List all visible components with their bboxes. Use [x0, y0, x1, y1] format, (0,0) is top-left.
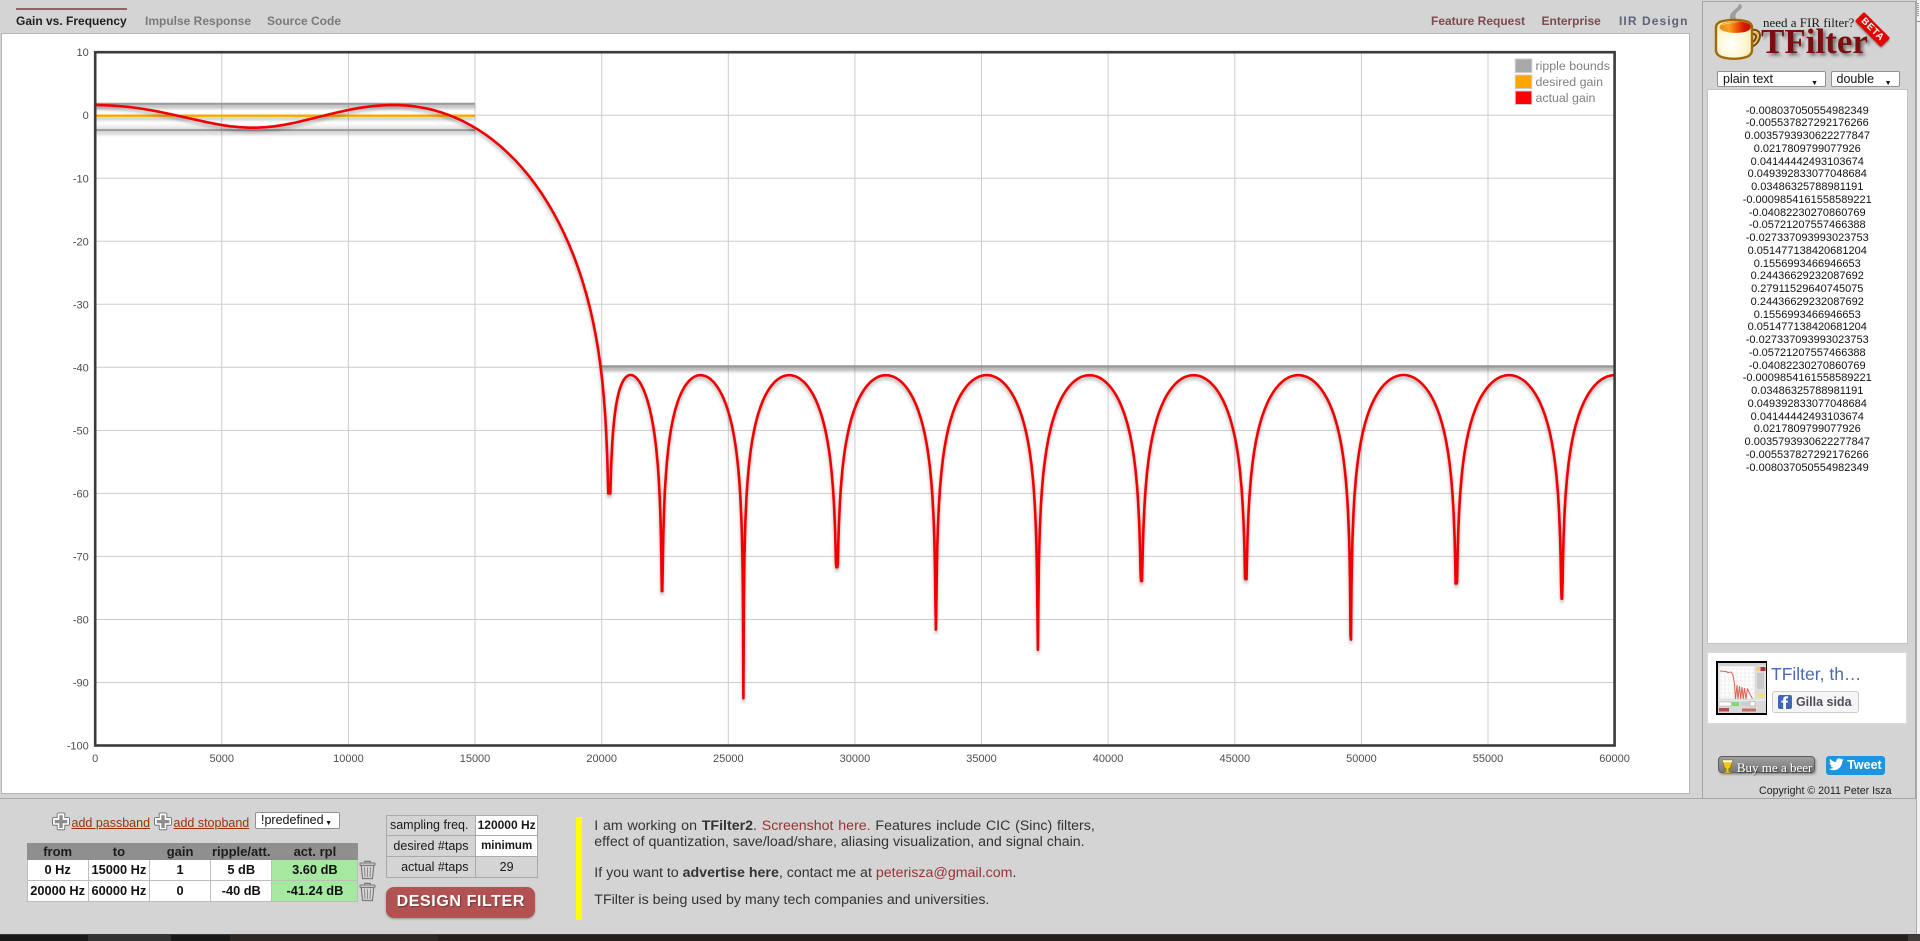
svg-text:10000: 10000 — [333, 753, 364, 765]
svg-text:-20: -20 — [73, 236, 89, 248]
svg-text:-90: -90 — [73, 678, 89, 690]
svg-text:0: 0 — [83, 110, 89, 122]
svg-text:35000: 35000 — [966, 753, 997, 765]
svg-text:-80: -80 — [73, 615, 89, 627]
svg-text:55000: 55000 — [1473, 753, 1504, 765]
svg-text:ripple bounds: ripple bounds — [1536, 59, 1610, 73]
svg-text:15000: 15000 — [460, 753, 491, 765]
svg-text:50000: 50000 — [1346, 753, 1377, 765]
svg-text:10: 10 — [77, 47, 89, 59]
svg-text:20000: 20000 — [586, 753, 617, 765]
svg-text:25000: 25000 — [713, 753, 744, 765]
svg-text:40000: 40000 — [1093, 753, 1124, 765]
svg-text:actual gain: actual gain — [1536, 91, 1596, 105]
svg-text:30000: 30000 — [840, 753, 871, 765]
svg-text:45000: 45000 — [1220, 753, 1251, 765]
svg-text:60000: 60000 — [1599, 753, 1630, 765]
svg-text:-30: -30 — [73, 299, 89, 311]
svg-text:-10: -10 — [73, 173, 89, 185]
svg-text:-70: -70 — [73, 551, 89, 563]
svg-text:-40: -40 — [73, 362, 89, 374]
svg-text:-60: -60 — [73, 488, 89, 500]
svg-text:-100: -100 — [67, 741, 89, 753]
svg-text:0: 0 — [92, 753, 98, 765]
svg-text:-50: -50 — [73, 425, 89, 437]
svg-text:desired gain: desired gain — [1536, 75, 1604, 89]
svg-text:5000: 5000 — [210, 753, 234, 765]
